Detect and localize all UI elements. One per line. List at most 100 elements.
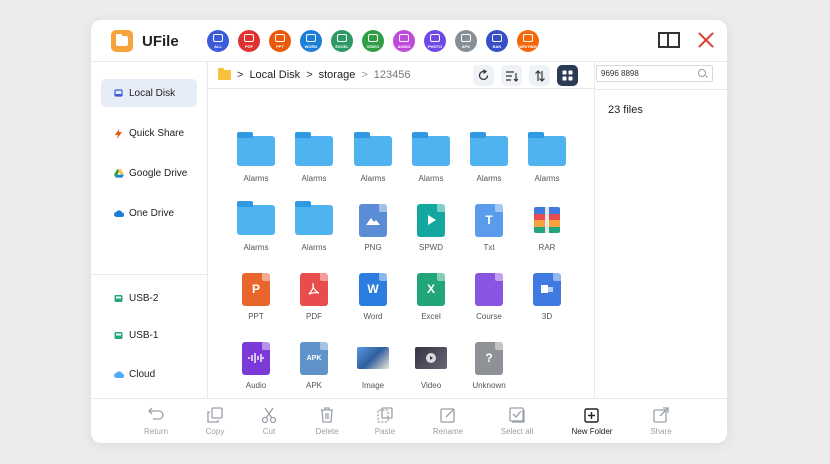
- close-icon[interactable]: [696, 30, 716, 50]
- category-label: WRITING: [519, 44, 537, 49]
- course-file-icon: [475, 272, 503, 306]
- copy-button[interactable]: Copy: [185, 407, 245, 436]
- file-item[interactable]: Course: [461, 267, 517, 329]
- file-count: 23 files: [608, 104, 643, 116]
- file-item[interactable]: PDF: [286, 267, 342, 329]
- file-thumbnail: [294, 131, 334, 171]
- file-item[interactable]: P PPT: [228, 267, 284, 329]
- split-view-icon[interactable]: [658, 32, 680, 48]
- sidebar-item-google-drive[interactable]: Google Drive: [101, 159, 197, 187]
- sidebar-item-cloud[interactable]: Cloud: [101, 360, 197, 388]
- category-photo-button[interactable]: PHOTO: [424, 30, 446, 52]
- delete-button[interactable]: Delete: [297, 407, 357, 436]
- file-thumbnail: [236, 338, 276, 378]
- file-item[interactable]: Alarms: [228, 129, 284, 191]
- file-item[interactable]: T Txt: [461, 198, 517, 260]
- category-glyph-icon: [430, 34, 440, 42]
- sidebar-item-label: USB-1: [129, 329, 159, 341]
- paste-icon: [377, 407, 393, 423]
- google-drive-icon: [114, 168, 124, 178]
- folder-icon: [237, 201, 275, 235]
- file-name: Txt: [483, 243, 495, 252]
- file-item[interactable]: X Excel: [403, 267, 459, 329]
- file-name: Course: [476, 312, 502, 321]
- file-thumbnail: [294, 200, 334, 240]
- apk-file-icon: APK: [300, 341, 328, 375]
- sidebar-item-usb-2[interactable]: USB-2: [101, 284, 197, 312]
- sort-list-icon: [506, 70, 518, 82]
- category-filter-strip: ALL PDF PPT WORD EXCEL VIDEO AUDIO PHOTO APK BAK W…: [207, 30, 539, 52]
- grid-icon: [562, 70, 573, 81]
- txt-file-icon: T: [475, 203, 503, 237]
- category-writing-button[interactable]: WRITING: [517, 30, 539, 52]
- file-item[interactable]: Image: [345, 336, 401, 398]
- file-name: Audio: [245, 381, 267, 390]
- file-name: APK: [305, 381, 322, 390]
- file-item[interactable]: Alarms: [286, 198, 342, 260]
- file-item[interactable]: Audio: [228, 336, 284, 398]
- new-folder-button[interactable]: New Folder: [562, 407, 622, 436]
- breadcrumb-item[interactable]: Local Disk: [249, 69, 300, 81]
- file-glyph: W: [367, 282, 379, 296]
- paste-button[interactable]: Paste: [355, 407, 415, 436]
- file-item[interactable]: Alarms: [345, 129, 401, 191]
- file-item[interactable]: PNG: [345, 198, 401, 260]
- grid-view-button[interactable]: [557, 65, 578, 86]
- breadcrumb-item[interactable]: storage: [319, 69, 356, 81]
- audio-file-icon: [242, 341, 270, 375]
- chevron-right-icon: >: [361, 69, 368, 81]
- sidebar-item-usb-1[interactable]: USB-1: [101, 321, 197, 349]
- category-word-button[interactable]: WORD: [300, 30, 322, 52]
- file-item[interactable]: 3D: [519, 267, 575, 329]
- sidebar-item-one-drive[interactable]: One Drive: [101, 199, 197, 227]
- cut-button[interactable]: Cut: [239, 407, 299, 436]
- toolbar-label: Delete: [315, 427, 339, 436]
- return-button[interactable]: Return: [126, 407, 186, 436]
- sort-button[interactable]: [501, 65, 522, 86]
- category-apk-button[interactable]: APK: [455, 30, 477, 52]
- file-item[interactable]: Alarms: [519, 129, 575, 191]
- file-item[interactable]: RAR: [519, 198, 575, 260]
- sidebar-item-label: Google Drive: [129, 167, 188, 179]
- video-thumbnail: [415, 347, 447, 369]
- order-button[interactable]: [529, 65, 550, 86]
- file-item[interactable]: APK APK: [286, 336, 342, 398]
- file-item[interactable]: Alarms: [461, 129, 517, 191]
- sort-arrows-icon: [534, 69, 545, 82]
- share-button[interactable]: Share: [631, 407, 691, 436]
- file-item[interactable]: ? Unknown: [461, 336, 517, 398]
- file-item[interactable]: Video: [403, 336, 459, 398]
- file-thumbnail: W: [353, 269, 393, 309]
- sidebar-item-quick-share[interactable]: Quick Share: [101, 119, 197, 147]
- file-name: 3D: [541, 312, 553, 321]
- refresh-button[interactable]: [473, 65, 494, 86]
- sidebar-item-local-disk[interactable]: Local Disk: [101, 79, 197, 107]
- file-item[interactable]: W Word: [345, 267, 401, 329]
- category-excel-button[interactable]: EXCEL: [331, 30, 353, 52]
- category-label: BAK: [492, 44, 502, 49]
- chevron-right-icon: >: [306, 69, 313, 81]
- file-item[interactable]: Alarms: [286, 129, 342, 191]
- toolbar-label: Share: [650, 427, 672, 436]
- category-audio-button[interactable]: AUDIO: [393, 30, 415, 52]
- file-name: Alarms: [301, 243, 327, 252]
- file-item[interactable]: Alarms: [228, 198, 284, 260]
- category-all-button[interactable]: ALL: [207, 30, 229, 52]
- category-ppt-button[interactable]: PPT: [269, 30, 291, 52]
- search-input[interactable]: 9696 8898: [596, 65, 713, 82]
- search-icon[interactable]: [698, 69, 706, 77]
- rename-button[interactable]: Rename: [418, 407, 478, 436]
- sidebar-item-label: Quick Share: [129, 127, 185, 139]
- file-thumbnail: [353, 338, 393, 378]
- category-pdf-button[interactable]: PDF: [238, 30, 260, 52]
- usb-icon: [114, 294, 123, 303]
- file-thumbnail: [469, 269, 509, 309]
- category-bak-button[interactable]: BAK: [486, 30, 508, 52]
- sidebar-divider: [91, 274, 207, 275]
- sidebar-item-label: USB-2: [129, 292, 159, 304]
- file-item[interactable]: Alarms: [403, 129, 459, 191]
- select-all-button[interactable]: Select all: [487, 407, 547, 436]
- category-video-button[interactable]: VIDEO: [362, 30, 384, 52]
- category-glyph-icon: [213, 34, 223, 42]
- file-item[interactable]: SPWD: [403, 198, 459, 260]
